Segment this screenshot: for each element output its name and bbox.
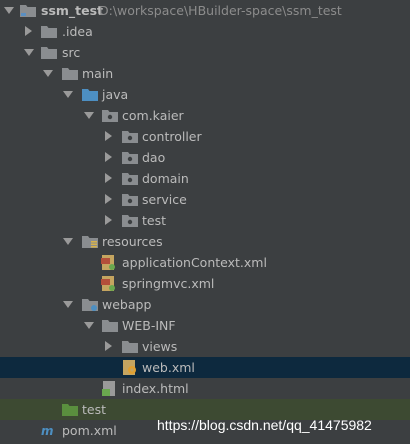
chevron-down-icon[interactable]	[84, 112, 94, 119]
tree-row-resources[interactable]: resources	[0, 231, 410, 252]
tree-item-label: test	[142, 213, 167, 228]
tree-row-src[interactable]: src	[0, 42, 410, 63]
tree-item-label: applicationContext.xml	[122, 255, 267, 270]
tree-item-label: domain	[142, 171, 189, 186]
web-xml-icon	[123, 360, 136, 375]
tree-row-application-context[interactable]: applicationContext.xml	[0, 252, 410, 273]
tree-row-controller[interactable]: controller	[0, 126, 410, 147]
tree-row-index-html[interactable]: index.html	[0, 378, 410, 399]
project-path: D:\workspace\HBuilder-space\ssm_test	[99, 3, 342, 18]
chevron-down-icon[interactable]	[84, 322, 94, 329]
tree-item-label: views	[142, 339, 178, 354]
resources-folder-icon	[82, 236, 98, 248]
chevron-right-icon[interactable]	[105, 215, 112, 225]
xml-file-icon	[101, 276, 115, 291]
tree-row-dao[interactable]: dao	[0, 147, 410, 168]
tree-item-label: web.xml	[142, 360, 195, 375]
package-icon	[122, 131, 138, 143]
html-file-icon	[102, 381, 115, 396]
xml-file-icon	[101, 255, 115, 270]
tree-item-label: test	[82, 402, 107, 417]
tree-row-test-package[interactable]: test	[0, 210, 410, 231]
tree-row-idea[interactable]: .idea	[0, 21, 410, 42]
maven-icon: m	[41, 424, 54, 438]
tree-row-web-inf[interactable]: WEB-INF	[0, 315, 410, 336]
tree-row-main[interactable]: main	[0, 63, 410, 84]
svg-text:m: m	[41, 424, 54, 438]
project-name: ssm_test	[41, 3, 104, 18]
folder-icon	[122, 341, 138, 353]
package-icon	[122, 215, 138, 227]
source-folder-icon	[82, 89, 98, 101]
tree-item-label: service	[142, 192, 187, 207]
chevron-down-icon[interactable]	[24, 49, 34, 56]
tree-item-label: .idea	[62, 24, 93, 39]
chevron-right-icon[interactable]	[105, 131, 112, 141]
tree-item-label: pom.xml	[62, 423, 117, 438]
tree-item-label: index.html	[122, 381, 189, 396]
tree-row-domain[interactable]: domain	[0, 168, 410, 189]
chevron-down-icon[interactable]	[43, 70, 53, 77]
chevron-down-icon[interactable]	[4, 7, 14, 14]
tree-row-project[interactable]: ssm_test D:\workspace\HBuilder-space\ssm…	[0, 0, 410, 21]
tree-item-label: webapp	[102, 297, 152, 312]
folder-icon	[62, 68, 78, 80]
tree-row-springmvc[interactable]: springmvc.xml	[0, 273, 410, 294]
folder-icon	[41, 26, 57, 38]
chevron-down-icon[interactable]	[63, 238, 73, 245]
tree-row-package[interactable]: com.kaier	[0, 105, 410, 126]
tree-row-webapp[interactable]: webapp	[0, 294, 410, 315]
tree-row-web-xml[interactable]: web.xml	[0, 357, 410, 378]
chevron-right-icon[interactable]	[25, 26, 32, 36]
tree-item-label: resources	[102, 234, 163, 249]
chevron-right-icon[interactable]	[105, 194, 112, 204]
tree-row-views[interactable]: views	[0, 336, 410, 357]
tree-item-label: java	[102, 87, 129, 102]
tree-row-java[interactable]: java	[0, 84, 410, 105]
tree-item-label: com.kaier	[122, 108, 184, 123]
tree-item-label: main	[82, 66, 114, 81]
project-folder-icon	[20, 5, 36, 17]
tree-row-service[interactable]: service	[0, 189, 410, 210]
test-folder-icon	[62, 404, 78, 416]
tree-item-label: controller	[142, 129, 202, 144]
folder-icon	[102, 320, 118, 332]
watermark: https://blog.csdn.net/qq_41475982	[157, 417, 372, 433]
chevron-down-icon[interactable]	[63, 301, 73, 308]
chevron-right-icon[interactable]	[105, 152, 112, 162]
tree-item-label: WEB-INF	[122, 318, 176, 333]
project-tree: ssm_test D:\workspace\HBuilder-space\ssm…	[0, 0, 410, 444]
chevron-right-icon[interactable]	[105, 341, 112, 351]
chevron-down-icon[interactable]	[63, 91, 73, 98]
folder-icon	[41, 47, 57, 59]
package-icon	[122, 194, 138, 206]
tree-item-label: springmvc.xml	[122, 276, 215, 291]
tree-item-label: dao	[142, 150, 166, 165]
chevron-right-icon[interactable]	[105, 173, 112, 183]
package-icon	[122, 152, 138, 164]
package-icon	[102, 110, 118, 122]
package-icon	[122, 173, 138, 185]
folder-icon	[82, 299, 98, 311]
tree-item-label: src	[62, 45, 81, 60]
